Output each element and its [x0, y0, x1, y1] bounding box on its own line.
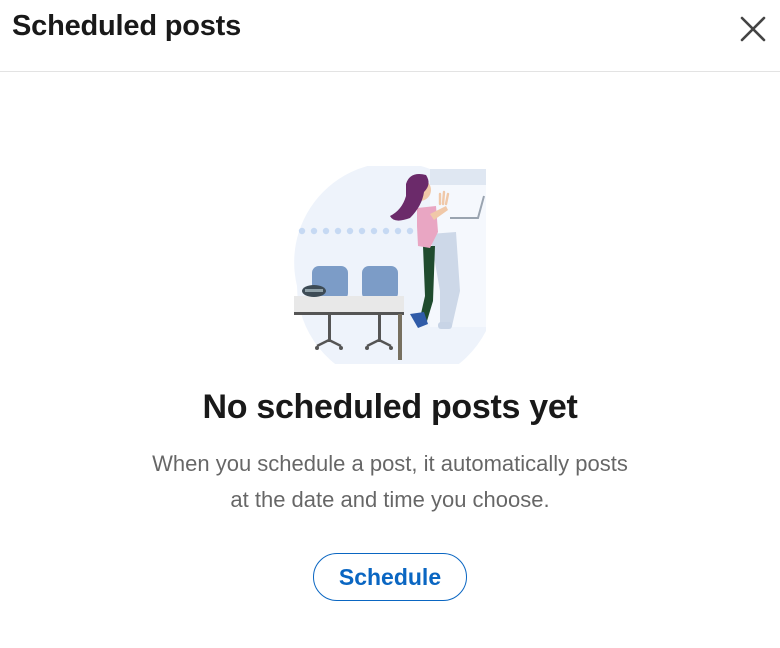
scheduled-posts-modal: Scheduled posts No scheduled posts yet W… [0, 0, 780, 648]
schedule-button[interactable]: Schedule [313, 553, 467, 601]
modal-header: Scheduled posts [0, 0, 780, 72]
empty-state-illustration [294, 166, 486, 364]
close-icon [740, 16, 766, 42]
close-button[interactable] [736, 12, 770, 46]
modal-title: Scheduled posts [12, 10, 242, 42]
empty-state-description: When you schedule a post, it automatical… [152, 451, 628, 512]
empty-state-title: No scheduled posts yet [202, 388, 578, 426]
